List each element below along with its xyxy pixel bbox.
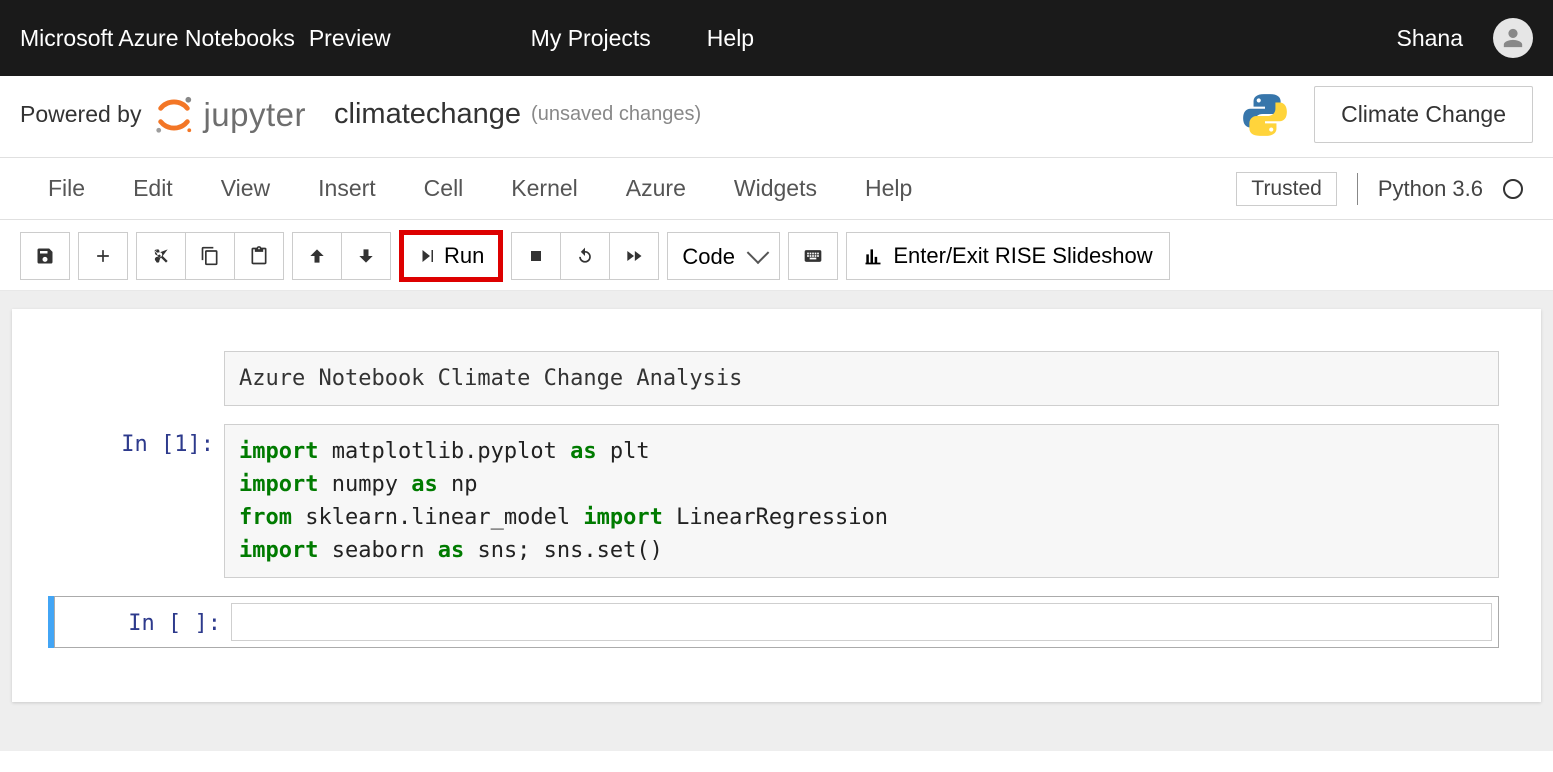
restart-button[interactable] [560,232,610,280]
code-text: matplotlib.pyplot [318,439,570,464]
rise-slideshow-button[interactable]: Enter/Exit RISE Slideshow [846,232,1169,280]
top-nav: My Projects Help [531,25,754,52]
project-button[interactable]: Climate Change [1314,86,1533,143]
azure-top-bar: Microsoft Azure Notebooks Preview My Pro… [0,0,1553,76]
code-kw: as [411,472,438,497]
scissors-icon [151,246,171,266]
notebook-container: Azure Notebook Climate Change Analysis I… [12,309,1541,702]
notebook-title-bar: Powered by jupyter climatechange (unsave… [0,76,1553,158]
code-text: np [438,472,478,497]
code-kw: from [239,505,292,530]
restart-run-all-button[interactable] [609,232,659,280]
run-icon [418,247,436,265]
menu-insert[interactable]: Insert [294,175,400,202]
divider [1357,173,1358,205]
command-palette-button[interactable] [788,232,838,280]
move-down-button[interactable] [341,232,391,280]
run-label: Run [444,243,484,269]
nav-help[interactable]: Help [707,25,754,52]
code-kw: import [239,439,318,464]
add-cell-button[interactable] [78,232,128,280]
menu-edit[interactable]: Edit [109,175,197,202]
cell-input[interactable]: import matplotlib.pyplot as plt import n… [224,424,1499,578]
paste-button[interactable] [234,232,284,280]
save-icon [35,246,55,266]
jupyter-icon [153,94,195,136]
toolbar: Run Code Enter/Exit RISE Slideshow [0,220,1553,291]
code-text: LinearRegression [663,505,888,530]
code-text: plt [597,439,650,464]
kernel-name[interactable]: Python 3.6 [1378,176,1483,202]
code-kw: import [583,505,662,530]
celltype-wrap: Code [667,232,780,280]
notebook-background: Azure Notebook Climate Change Analysis I… [0,291,1553,751]
top-left: Microsoft Azure Notebooks Preview [20,25,391,52]
code-kw: import [239,472,318,497]
move-up-button[interactable] [292,232,342,280]
cell-prompt [54,351,224,406]
plus-icon [93,246,113,266]
arrow-up-icon [307,246,327,266]
fast-forward-icon [624,246,644,266]
nav-my-projects[interactable]: My Projects [531,25,651,52]
arrow-down-icon [356,246,376,266]
top-right: Shana [1396,18,1533,58]
restart-icon [575,246,595,266]
paste-icon [249,246,269,266]
code-text: sklearn.linear_model [292,505,583,530]
code-text: seaborn [318,538,437,563]
cell-raw[interactable]: Azure Notebook Climate Change Analysis [54,351,1499,406]
powered-by-label: Powered by [20,101,141,128]
cell-prompt: In [ ]: [61,603,231,641]
menu-cell[interactable]: Cell [400,175,488,202]
title-right: Climate Change [1240,86,1533,143]
copy-icon [200,246,220,266]
kernel-status-icon[interactable] [1503,179,1523,199]
jupyter-text: jupyter [203,96,306,134]
python-logo-icon [1240,90,1290,140]
cell-input[interactable] [231,603,1492,641]
cell-code-1[interactable]: In [1]: import matplotlib.pyplot as plt … [54,424,1499,578]
cell-prompt: In [1]: [54,424,224,578]
menu-kernel[interactable]: Kernel [487,175,601,202]
keyboard-icon [803,246,823,266]
preview-label: Preview [309,25,391,52]
copy-button[interactable] [185,232,235,280]
menu-help[interactable]: Help [841,175,936,202]
code-text: numpy [318,472,411,497]
menu-widgets[interactable]: Widgets [710,175,841,202]
trusted-badge[interactable]: Trusted [1236,172,1336,206]
code-kw: as [570,439,597,464]
save-button[interactable] [20,232,70,280]
code-kw: import [239,538,318,563]
notebook-status: (unsaved changes) [531,103,701,126]
bar-chart-icon [863,246,883,266]
menu-right: Trusted Python 3.6 [1236,172,1523,206]
cell-code-active[interactable]: In [ ]: [54,596,1499,648]
celltype-select[interactable]: Code [667,232,780,280]
stop-button[interactable] [511,232,561,280]
brand-label: Microsoft Azure Notebooks [20,25,295,52]
code-kw: as [438,538,465,563]
stop-icon [526,246,546,266]
menu-view[interactable]: View [197,175,294,202]
notebook-name[interactable]: climatechange [334,98,521,131]
menu-azure[interactable]: Azure [602,175,710,202]
user-avatar[interactable] [1493,18,1533,58]
run-button[interactable]: Run [399,230,503,282]
code-text: sns; sns.set() [464,538,663,563]
cell-input[interactable]: Azure Notebook Climate Change Analysis [224,351,1499,406]
rise-label: Enter/Exit RISE Slideshow [893,243,1152,269]
cell-outer: In [ ]: [54,596,1499,648]
user-name[interactable]: Shana [1396,25,1463,52]
cell-text: Azure Notebook Climate Change Analysis [239,366,742,391]
jupyter-logo: jupyter [153,94,306,136]
menu-bar: File Edit View Insert Cell Kernel Azure … [0,158,1553,220]
user-icon [1502,27,1524,49]
cut-button[interactable] [136,232,186,280]
menu-file[interactable]: File [30,175,109,202]
